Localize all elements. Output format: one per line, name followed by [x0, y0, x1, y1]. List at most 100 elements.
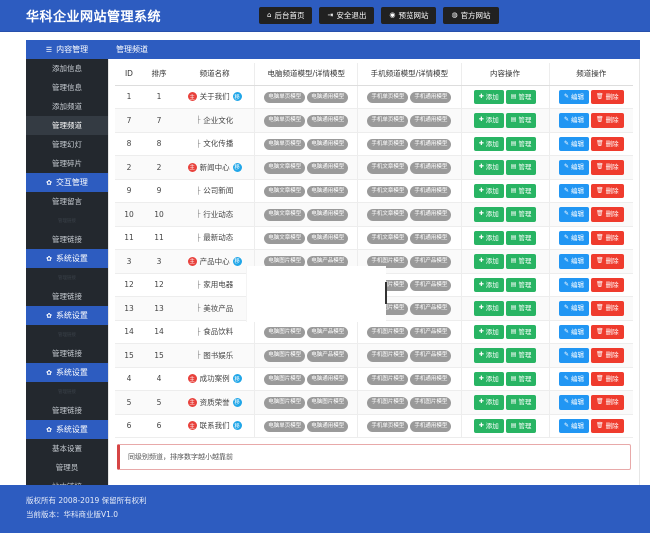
add-content-button[interactable]: ✚添加	[474, 184, 504, 199]
delete-channel-button[interactable]: 🗑删除	[591, 137, 624, 152]
mobile-channel-badge: 移	[233, 163, 242, 172]
delete-channel-button[interactable]: 🗑删除	[591, 231, 624, 246]
manage-content-button[interactable]: ▤管理	[506, 207, 537, 222]
edit-channel-button[interactable]: ✎编辑	[559, 184, 589, 199]
sidebar-item-5-2[interactable]: 管理链接	[26, 401, 108, 420]
channel-table: ID排序频道名称电脑频道模型/详情模型手机频道模型/详情模型内容操作频道操作 1…	[115, 63, 633, 438]
sidebar-item-1-5[interactable]: 管理幻灯	[26, 135, 108, 154]
delete-channel-button[interactable]: 🗑删除	[591, 325, 624, 340]
manage-content-button[interactable]: ▤管理	[506, 325, 537, 340]
delete-channel-button[interactable]: 🗑删除	[591, 90, 624, 105]
button-label: 编辑	[571, 282, 584, 289]
sidebar-item-1-4[interactable]: 管理频道	[26, 116, 108, 135]
manage-content-button[interactable]: ▤管理	[506, 372, 537, 387]
edit-channel-button[interactable]: ✎编辑	[559, 90, 589, 105]
sidebar-item-1-2[interactable]: 管理信息	[26, 78, 108, 97]
delete-channel-button[interactable]: 🗑删除	[591, 113, 624, 128]
sidebar-item-1-6[interactable]: 管理碎片	[26, 154, 108, 173]
manage-content-button[interactable]: ▤管理	[506, 419, 537, 434]
add-content-button[interactable]: ✚添加	[474, 231, 504, 246]
manage-content-button[interactable]: ▤管理	[506, 278, 537, 293]
edit-channel-button[interactable]: ✎编辑	[559, 348, 589, 363]
topnav-button-3[interactable]: ◉预览网站	[381, 7, 436, 25]
edit-channel-button[interactable]: ✎编辑	[559, 278, 589, 293]
sidebar-item-3-2[interactable]: 管理链接	[26, 287, 108, 306]
button-label: 编辑	[571, 94, 584, 101]
add-content-button[interactable]: ✚添加	[474, 395, 504, 410]
sidebar-group-3[interactable]: ✿系统设置	[26, 249, 108, 268]
delete-channel-button[interactable]: 🗑删除	[591, 301, 624, 316]
model-tag: 电脑通用模型	[307, 186, 348, 198]
delete-channel-button[interactable]: 🗑删除	[591, 160, 624, 175]
delete-channel-button[interactable]: 🗑删除	[591, 207, 624, 222]
edit-channel-button[interactable]: ✎编辑	[559, 301, 589, 316]
sidebar-item-4-1[interactable]: 管理链接	[26, 325, 108, 344]
delete-channel-button[interactable]: 🗑删除	[591, 278, 624, 293]
add-content-button[interactable]: ✚添加	[474, 348, 504, 363]
sidebar-item-2-2[interactable]: 管理链接	[26, 211, 108, 230]
edit-channel-button[interactable]: ✎编辑	[559, 395, 589, 410]
cell-channel-name: ├图书娱乐	[175, 344, 255, 368]
sidebar: ☰内容管理添加信息管理信息添加频道管理频道管理幻灯管理碎片✿交互管理管理留言管理…	[26, 40, 108, 495]
sidebar-item-4-2[interactable]: 管理链接	[26, 344, 108, 363]
topnav-button-2[interactable]: ⇥安全退出	[319, 7, 374, 25]
edit-channel-button[interactable]: ✎编辑	[559, 325, 589, 340]
topnav-button-4[interactable]: ◍官方网站	[443, 7, 498, 25]
manage-content-button[interactable]: ▤管理	[506, 184, 537, 199]
delete-channel-button[interactable]: 🗑删除	[591, 348, 624, 363]
edit-channel-button[interactable]: ✎编辑	[559, 372, 589, 387]
plus-icon: ✚	[479, 188, 484, 194]
add-content-button[interactable]: ✚添加	[474, 419, 504, 434]
delete-channel-button[interactable]: 🗑删除	[591, 254, 624, 269]
sidebar-group-2[interactable]: ✿交互管理	[26, 173, 108, 192]
cell-sort: 15	[143, 344, 175, 368]
edit-channel-button[interactable]: ✎编辑	[559, 207, 589, 222]
delete-channel-button[interactable]: 🗑删除	[591, 395, 624, 410]
sidebar-group-5[interactable]: ✿系统设置	[26, 363, 108, 382]
sidebar-item-2-1[interactable]: 管理留言	[26, 192, 108, 211]
edit-channel-button[interactable]: ✎编辑	[559, 231, 589, 246]
manage-content-button[interactable]: ▤管理	[506, 160, 537, 175]
manage-content-button[interactable]: ▤管理	[506, 254, 537, 269]
manage-content-button[interactable]: ▤管理	[506, 90, 537, 105]
add-content-button[interactable]: ✚添加	[474, 301, 504, 316]
topnav-button-1[interactable]: ⌂后台首页	[259, 7, 312, 25]
sidebar-item-2-3[interactable]: 管理链接	[26, 230, 108, 249]
edit-channel-button[interactable]: ✎编辑	[559, 419, 589, 434]
add-content-button[interactable]: ✚添加	[474, 160, 504, 175]
manage-content-button[interactable]: ▤管理	[506, 395, 537, 410]
add-content-button[interactable]: ✚添加	[474, 372, 504, 387]
sidebar-item-6-1[interactable]: 基本设置	[26, 439, 108, 458]
add-content-button[interactable]: ✚添加	[474, 325, 504, 340]
delete-channel-button[interactable]: 🗑删除	[591, 372, 624, 387]
sidebar-item-1-1[interactable]: 添加信息	[26, 59, 108, 78]
add-content-button[interactable]: ✚添加	[474, 113, 504, 128]
add-content-button[interactable]: ✚添加	[474, 254, 504, 269]
sidebar-group-6[interactable]: ✿系统设置	[26, 420, 108, 439]
sidebar-item-5-1[interactable]: 管理链接	[26, 382, 108, 401]
home-icon: ⌂	[267, 12, 271, 19]
sidebar-group-4[interactable]: ✿系统设置	[26, 306, 108, 325]
add-content-button[interactable]: ✚添加	[474, 137, 504, 152]
button-label: 管理	[518, 399, 531, 406]
edit-channel-button[interactable]: ✎编辑	[559, 254, 589, 269]
edit-channel-button[interactable]: ✎编辑	[559, 160, 589, 175]
table-row: 66主联系我们移电脑单页模型电脑通用模型手机单页模型手机通用模型✚添加▤管理✎编…	[115, 414, 633, 438]
manage-content-button[interactable]: ▤管理	[506, 113, 537, 128]
edit-channel-button[interactable]: ✎编辑	[559, 137, 589, 152]
manage-content-button[interactable]: ▤管理	[506, 348, 537, 363]
sidebar-item-6-2[interactable]: 管理员	[26, 458, 108, 477]
manage-content-button[interactable]: ▤管理	[506, 301, 537, 316]
add-content-button[interactable]: ✚添加	[474, 278, 504, 293]
add-content-button[interactable]: ✚添加	[474, 207, 504, 222]
delete-channel-button[interactable]: 🗑删除	[591, 419, 624, 434]
sidebar-group-1[interactable]: ☰内容管理	[26, 40, 108, 59]
sidebar-item-1-3[interactable]: 添加频道	[26, 97, 108, 116]
manage-content-button[interactable]: ▤管理	[506, 231, 537, 246]
edit-channel-button[interactable]: ✎编辑	[559, 113, 589, 128]
manage-content-button[interactable]: ▤管理	[506, 137, 537, 152]
sidebar-item-3-1[interactable]: 管理链接	[26, 268, 108, 287]
delete-channel-button[interactable]: 🗑删除	[591, 184, 624, 199]
table-header-cell-5: 手机频道模型/详情模型	[358, 63, 461, 85]
add-content-button[interactable]: ✚添加	[474, 90, 504, 105]
